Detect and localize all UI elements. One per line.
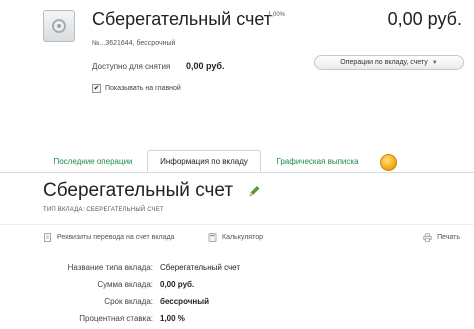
calculator-label: Калькулятор	[222, 234, 263, 241]
show-on-main-row[interactable]: ✔ Показывать на главной	[92, 84, 181, 93]
interest-rate-superscript: 1,00%	[268, 12, 286, 18]
deposit-term-value: бессрочный	[160, 297, 209, 306]
available-label: Доступно для снятия	[92, 62, 171, 71]
deposit-title: Сберегательный счет	[43, 180, 234, 201]
document-icon	[44, 233, 51, 242]
tab-graphic-statement[interactable]: Графическая выписка	[265, 150, 370, 172]
calculator-icon	[208, 233, 217, 242]
show-on-main-label: Показывать на главной	[105, 85, 181, 92]
deposit-type-line: ТИП ВКЛАДА: СБЕРЕГАТЕЛЬНЫЙ СЧЕТ	[43, 207, 164, 213]
tabs-divider	[0, 172, 474, 173]
chevron-down-icon: ▼	[431, 59, 438, 66]
coin-icon[interactable]	[380, 154, 397, 171]
transfer-details-label: Реквизиты перевода на счет вклада	[57, 234, 175, 241]
operations-button-label: Операции по вкладу, счету	[340, 59, 428, 66]
tab-recent-operations[interactable]: Последние операции	[43, 150, 143, 172]
account-title[interactable]: Сберегательный счет	[92, 9, 272, 30]
pencil-icon[interactable]	[248, 184, 260, 198]
tab-deposit-info[interactable]: Информация по вкладу	[147, 150, 261, 172]
deposit-type-name-label: Название типа вклада:	[67, 263, 153, 272]
interest-rate-value: 1,00 %	[160, 314, 185, 323]
printer-icon	[423, 233, 432, 242]
account-number: №...3621644, бессрочный	[92, 40, 176, 47]
show-on-main-checkbox[interactable]: ✔	[92, 84, 101, 93]
deposit-type-name-value: Сберегательный счет	[160, 263, 241, 272]
calculator-link[interactable]: Калькулятор	[208, 233, 263, 242]
print-label: Печать	[437, 234, 460, 241]
section-divider	[0, 224, 474, 225]
account-balance: 0,00 руб.	[387, 9, 462, 29]
deposit-amount-label: Сумма вклада:	[97, 280, 153, 289]
operations-dropdown-button[interactable]: Операции по вкладу, счету ▼	[314, 55, 464, 70]
transfer-details-link[interactable]: Реквизиты перевода на счет вклада	[43, 233, 174, 242]
print-link[interactable]: Печать	[423, 233, 460, 242]
available-value: 0,00 руб.	[186, 61, 225, 71]
safe-icon	[43, 10, 75, 42]
deposit-amount-value: 0,00 руб.	[160, 280, 195, 289]
interest-rate-label: Процентная ставка:	[79, 314, 153, 323]
deposit-term-label: Срок вклада:	[104, 297, 153, 306]
